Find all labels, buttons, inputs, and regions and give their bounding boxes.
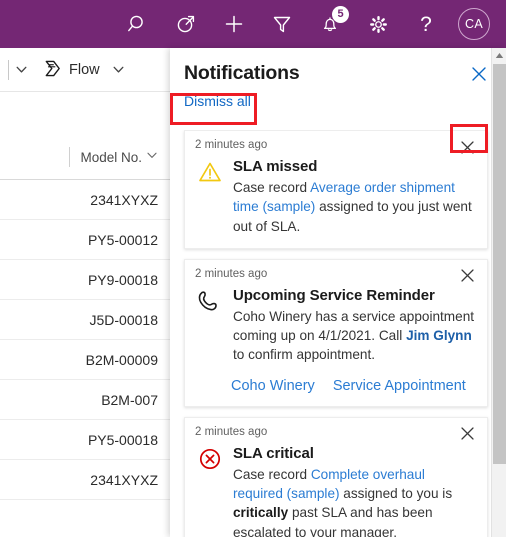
notification-timestamp: 2 minutes ago	[195, 139, 268, 151]
notification-content: SLA critical Case record Complete overhau…	[233, 445, 477, 537]
close-icon[interactable]	[457, 424, 477, 444]
plus-icon[interactable]	[210, 0, 258, 48]
flow-label: Flow	[69, 61, 100, 78]
table-row[interactable]: PY5-00018	[0, 420, 170, 460]
notification-content: Upcoming Service Reminder Coho Winery has…	[233, 287, 477, 365]
flow-icon	[44, 60, 63, 80]
notifications-panel-header: Notifications	[170, 48, 506, 87]
table-row[interactable]: J5D-00018	[0, 300, 170, 340]
notification-text-segment: Case record	[233, 466, 311, 482]
chevron-down-icon	[146, 148, 158, 166]
notification-actions: Coho Winery Service Appointment	[195, 378, 477, 394]
table-row[interactable]: PY9-00018	[0, 260, 170, 300]
close-icon[interactable]	[457, 137, 477, 157]
notification-title: SLA critical	[233, 444, 314, 462]
notification-emphasis: critically	[233, 505, 289, 521]
command-overflow-chevron-down-icon[interactable]	[9, 48, 34, 92]
cell-model-no: PY5-00018	[87, 431, 158, 448]
help-glyph: ?	[420, 12, 432, 36]
flow-chevron-down-icon[interactable]	[106, 48, 131, 92]
avatar-initials: CA	[458, 8, 490, 40]
notification-action-link[interactable]: Coho Winery	[231, 378, 315, 394]
notification-title: Upcoming Service Reminder	[233, 286, 435, 304]
table-row[interactable]: PY5-00012	[0, 220, 170, 260]
close-icon[interactable]	[468, 63, 490, 85]
cell-model-no: 2341XYXZ	[90, 191, 158, 208]
help-icon[interactable]: ?	[402, 0, 450, 48]
cell-model-no: PY5-00012	[87, 231, 158, 248]
notification-text: Case record Average order shipment time …	[233, 178, 477, 236]
filter-icon[interactable]	[258, 0, 306, 48]
app-root: 5 ? CA Flow Model No. 2341XYXZ PY5-00012…	[0, 0, 506, 537]
notifications-bell-icon[interactable]: 5	[306, 0, 354, 48]
topbar-icon-group: 5 ? CA	[114, 0, 498, 48]
notification-timestamp: 2 minutes ago	[195, 425, 268, 438]
notification-title: SLA missed	[233, 158, 318, 175]
notification-cards-list: 2 minutes ago SLA missed Case record Avera…	[170, 130, 506, 537]
panel-scrollbar[interactable]	[491, 48, 506, 537]
phone-icon	[197, 287, 223, 365]
notification-card: 2 minutes ago Upcoming Service Reminder Co…	[184, 258, 488, 407]
error-circle-icon	[197, 445, 223, 537]
notification-contact-link[interactable]: Jim Glynn	[406, 328, 472, 343]
cell-model-no: J5D-00018	[89, 311, 159, 328]
scrollbar-thumb[interactable]	[493, 64, 506, 464]
notification-card-header: 2 minutes ago	[195, 426, 477, 444]
notification-text-segment: Case record	[233, 180, 311, 195]
notification-card-body: SLA missed Case record Average order ship…	[195, 158, 477, 236]
cell-model-no: PY9-00018	[87, 271, 158, 288]
close-icon[interactable]	[457, 266, 477, 286]
command-bar: Flow	[0, 48, 170, 92]
avatar[interactable]: CA	[450, 0, 498, 48]
table-row[interactable]: B2M-007	[0, 380, 170, 420]
notification-card: 2 minutes ago SLA missed Case record Avera…	[184, 130, 488, 249]
notification-timestamp: 2 minutes ago	[195, 267, 268, 280]
notifications-panel: Notifications Dismiss all 2 minutes ago S…	[170, 48, 506, 537]
notification-action-link[interactable]: Service Appointment	[333, 378, 466, 394]
table-row[interactable]: 2341XYXZ	[0, 180, 170, 220]
notification-text: Case record Complete overhaul required (…	[233, 465, 477, 537]
notification-content: SLA missed Case record Average order ship…	[233, 158, 477, 236]
notification-text: Coho Winery has a service appointment co…	[233, 307, 477, 365]
dismiss-all-link[interactable]: Dismiss all	[184, 93, 251, 109]
notification-card-header: 2 minutes ago	[195, 139, 477, 157]
table-row[interactable]: B2M-00009	[0, 340, 170, 380]
notification-card: 2 minutes ago SLA critical Case record Com…	[184, 416, 488, 537]
notification-count-badge: 5	[332, 6, 349, 23]
grid-rows: 2341XYXZ PY5-00012 PY9-00018 J5D-00018 B2M-0…	[0, 180, 170, 500]
assistant-icon[interactable]	[162, 0, 210, 48]
search-icon[interactable]	[114, 0, 162, 48]
notification-card-header: 2 minutes ago	[195, 268, 477, 286]
grid-header-row: Model No.	[0, 92, 170, 180]
caret-up-icon[interactable]	[492, 48, 506, 63]
page-title: Notifications	[184, 62, 300, 84]
flow-button[interactable]: Flow	[34, 48, 106, 92]
column-header-model-no[interactable]: Model No.	[69, 147, 170, 167]
notification-card-body: SLA critical Case record Complete overhau…	[195, 445, 477, 537]
cell-model-no: B2M-00009	[85, 351, 158, 368]
dismiss-all-row: Dismiss all	[170, 87, 506, 119]
cell-model-no: B2M-007	[101, 391, 158, 408]
gear-icon[interactable]	[354, 0, 402, 48]
column-header-label: Model No.	[80, 149, 142, 165]
notification-text-segment: to confirm appointment.	[233, 347, 376, 363]
cell-model-no: 2341XYXZ	[90, 471, 158, 488]
warning-triangle-icon	[197, 158, 223, 236]
top-navigation-bar: 5 ? CA	[0, 0, 506, 48]
notification-card-body: Upcoming Service Reminder Coho Winery has…	[195, 287, 477, 365]
table-row[interactable]: 2341XYXZ	[0, 460, 170, 500]
records-grid: Model No. 2341XYXZ PY5-00012 PY9-00018 J5D-…	[0, 92, 170, 537]
notification-text-segment: assigned to you is	[339, 486, 453, 502]
